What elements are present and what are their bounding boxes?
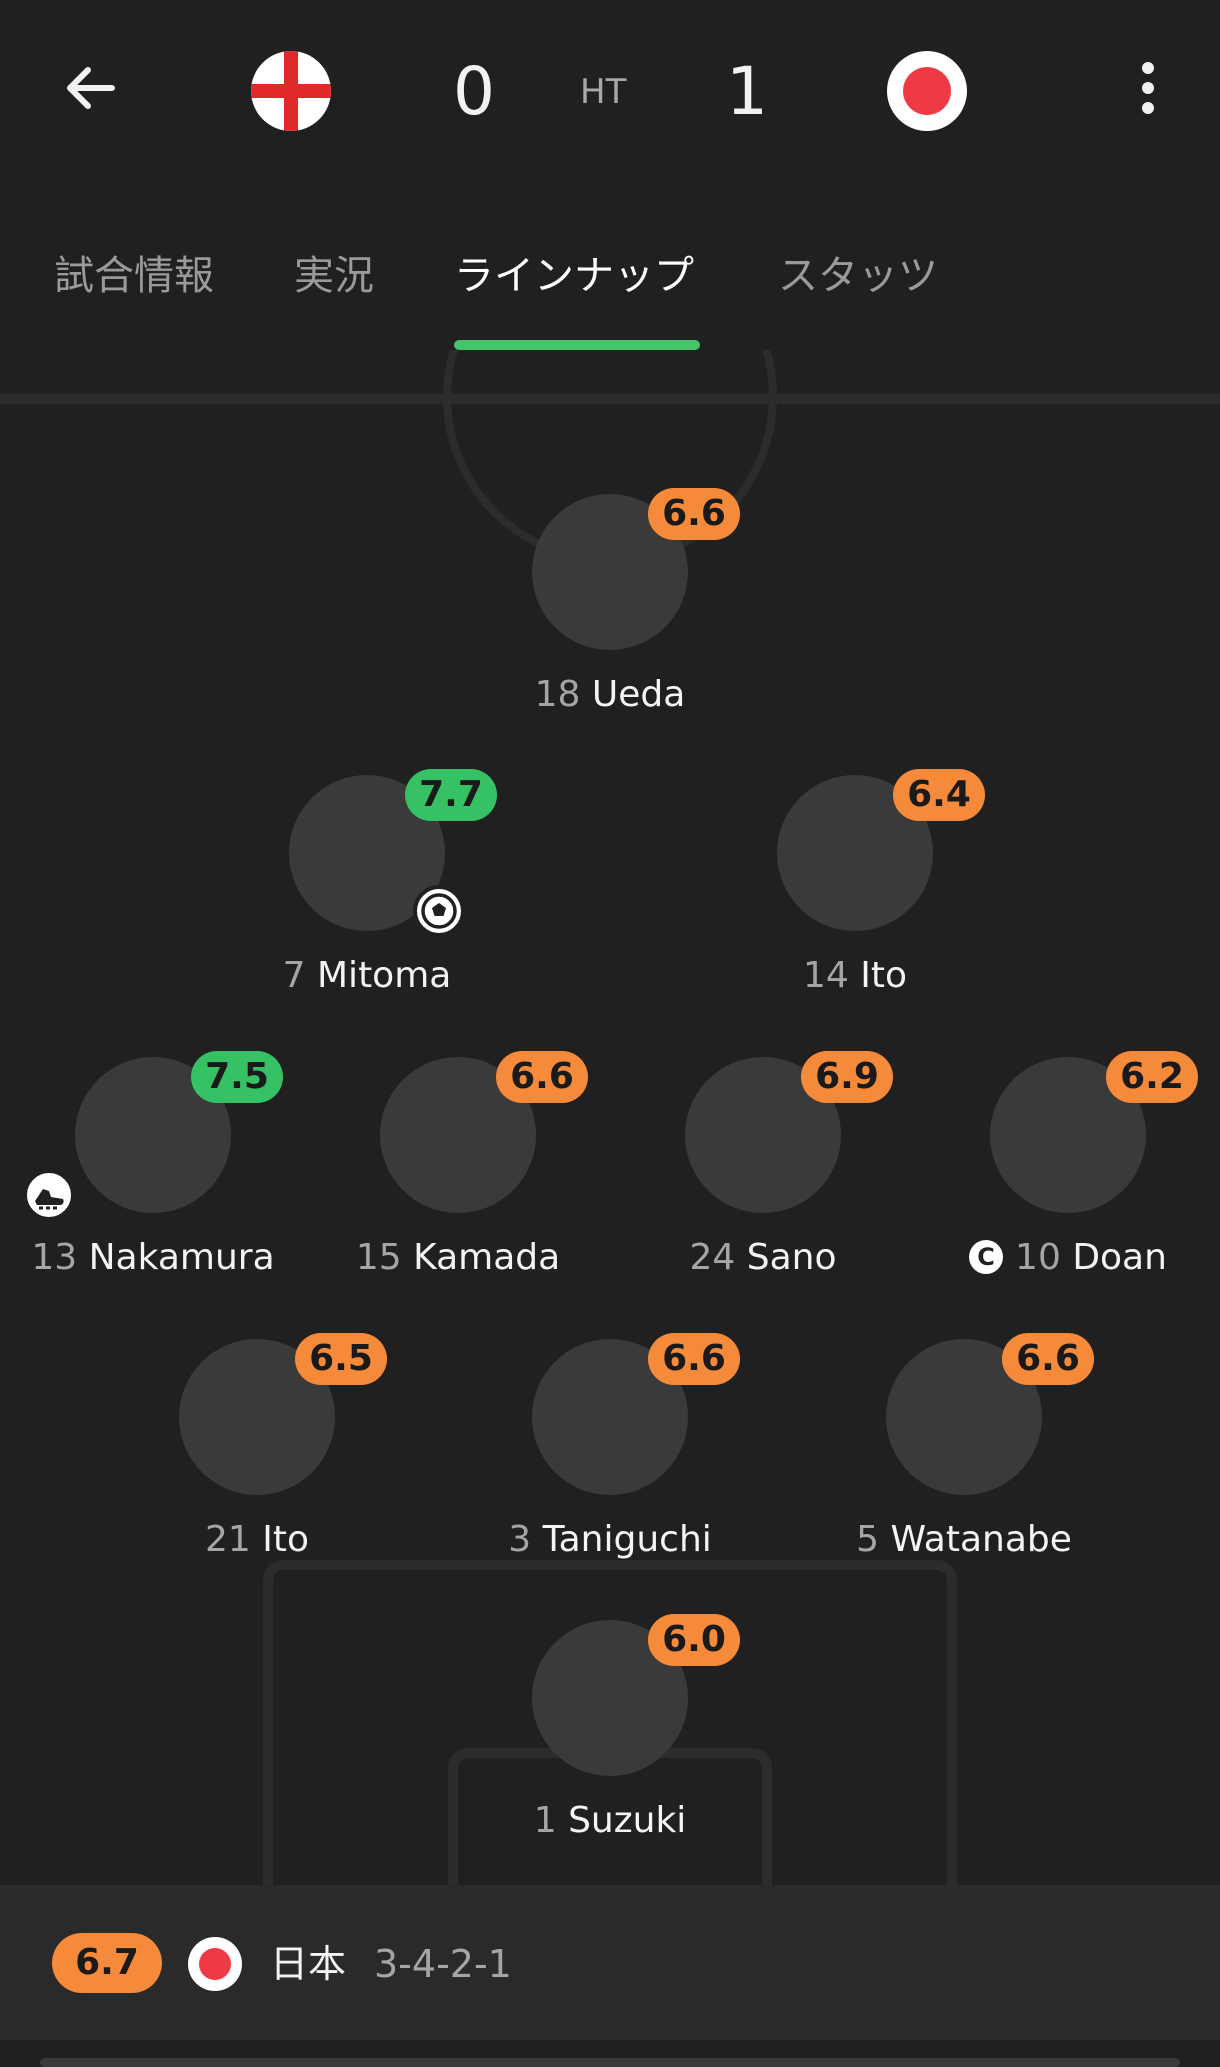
player-rating: 6.0 (648, 1614, 740, 1666)
player-name: C 10 Doan (888, 1233, 1220, 1283)
player-card[interactable]: 6.0 1 Suzuki (430, 1614, 790, 1860)
player-card[interactable]: 6.2 C 10 Doan (888, 1051, 1220, 1297)
player-card[interactable]: 6.4 14 Ito (675, 769, 1035, 1015)
player-rating: 6.6 (1002, 1333, 1094, 1385)
tab-lineup[interactable]: ラインナップ (454, 248, 694, 304)
arrow-left-icon (67, 67, 115, 109)
more-options-button[interactable] (1128, 56, 1168, 120)
player-card[interactable]: 6.6 18 Ueda (430, 488, 790, 734)
player-rating: 6.4 (893, 769, 985, 821)
japan-flag-icon (188, 1937, 242, 1991)
active-tab-indicator (454, 340, 700, 350)
player-rating: 6.6 (648, 1333, 740, 1385)
japan-flag-icon[interactable] (887, 51, 967, 131)
team-name: 日本 (270, 1942, 347, 1986)
match-status: HT (580, 72, 627, 112)
back-button[interactable] (58, 56, 122, 120)
team-formation: 3-4-2-1 (374, 1942, 512, 1986)
player-rating: 6.9 (801, 1051, 893, 1103)
team-rating: 6.7 (52, 1933, 162, 1993)
match-header: 0 HT 1 (0, 0, 1220, 180)
captain-icon: C (969, 1240, 1004, 1274)
tab-match-info[interactable]: 試合情報 (54, 248, 214, 304)
home-indicator (40, 2058, 1180, 2067)
tab-live-commentary[interactable]: 実況 (294, 248, 374, 304)
player-name: 7 Mitoma (282, 955, 452, 996)
player-rating: 6.2 (1106, 1051, 1198, 1103)
player-rating: 6.6 (648, 488, 740, 540)
player-name: 3 Taniguchi (508, 1519, 712, 1560)
player-card[interactable]: 6.5 21 Ito (77, 1333, 437, 1579)
england-flag-icon[interactable] (251, 51, 331, 131)
player-rating: 7.7 (405, 769, 497, 821)
team-summary-bar[interactable]: 6.7 日本 3-4-2-1 (0, 1885, 1220, 2040)
player-rating: 6.5 (295, 1333, 387, 1385)
player-name: 1 Suzuki (533, 1800, 687, 1841)
player-name: 5 Watanabe (856, 1519, 1072, 1560)
more-vertical-icon (1142, 62, 1154, 74)
away-score: 1 (726, 53, 768, 130)
player-name: 18 Ueda (534, 674, 686, 715)
tab-stats[interactable]: スタッツ (778, 248, 938, 304)
assist-boot-icon (23, 1169, 75, 1221)
player-rating: 7.5 (191, 1051, 283, 1103)
goal-ball-icon (413, 885, 465, 937)
player-rating: 6.6 (496, 1051, 588, 1103)
player-card[interactable]: 6.6 5 Watanabe (784, 1333, 1144, 1579)
player-card[interactable]: 6.6 3 Taniguchi (430, 1333, 790, 1579)
player-name: 14 Ito (802, 955, 908, 996)
home-score: 0 (453, 53, 495, 130)
player-name: 21 Ito (204, 1519, 310, 1560)
player-card[interactable]: 7.7 7 Mitoma (187, 769, 547, 1015)
tab-bar: 試合情報 実況 ラインナップ スタッツ (0, 230, 1220, 350)
